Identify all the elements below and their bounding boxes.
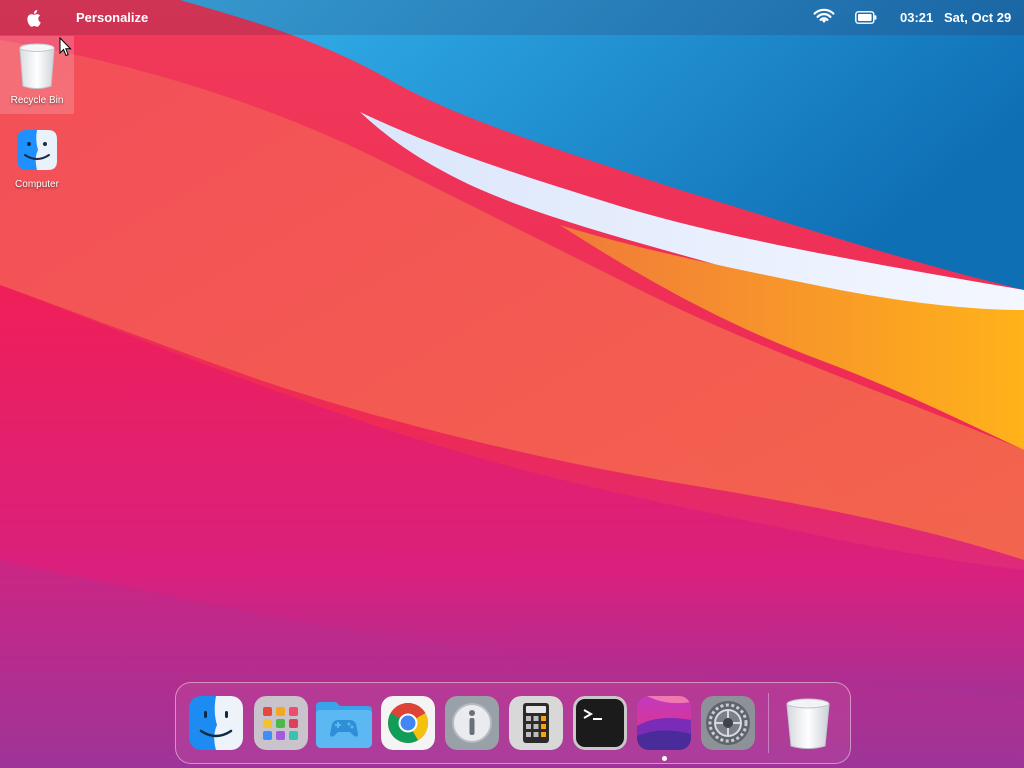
dock-calculator[interactable] <box>509 696 563 750</box>
menu-clock[interactable]: 03:21 <box>900 10 933 25</box>
dock-games-folder[interactable] <box>314 696 374 750</box>
desktop-wallpaper <box>0 0 1024 768</box>
dock-finder[interactable] <box>189 696 243 750</box>
chrome-icon <box>381 696 435 750</box>
dock-trash[interactable] <box>781 696 835 750</box>
launchpad-icon <box>254 696 308 750</box>
settings-icon <box>701 696 755 750</box>
dock-terminal[interactable] <box>573 696 627 750</box>
running-indicator <box>662 756 667 761</box>
apple-icon[interactable] <box>26 8 44 28</box>
dock-personalize[interactable] <box>637 696 691 750</box>
finder-icon <box>17 130 57 170</box>
trash-icon <box>786 698 830 749</box>
games-folder-icon <box>316 702 372 748</box>
dock-system-info[interactable] <box>445 696 499 750</box>
dock-chrome[interactable] <box>381 696 435 750</box>
battery-icon[interactable] <box>855 11 877 24</box>
dock-settings[interactable] <box>701 696 755 750</box>
active-app-name[interactable]: Personalize <box>76 10 148 25</box>
menu-date[interactable]: Sat, Oct 29 <box>944 10 1011 25</box>
mouse-cursor-icon <box>59 37 72 57</box>
wallpaper-icon <box>637 696 691 750</box>
dock-launchpad[interactable] <box>254 696 308 750</box>
finder-icon <box>189 696 243 750</box>
desktop-icon-computer[interactable]: Computer <box>0 120 74 198</box>
calculator-icon <box>509 696 563 750</box>
info-icon <box>445 696 499 750</box>
trash-icon <box>19 43 55 89</box>
menu-bar: Personalize 03:21 Sat, Oct 29 <box>0 0 1024 35</box>
desktop-icon-label: Computer <box>15 179 59 190</box>
terminal-icon <box>573 696 627 750</box>
wifi-icon[interactable] <box>813 8 835 26</box>
dock <box>175 682 851 764</box>
desktop-icon-label: Recycle Bin <box>10 95 64 106</box>
dock-separator <box>768 693 769 753</box>
